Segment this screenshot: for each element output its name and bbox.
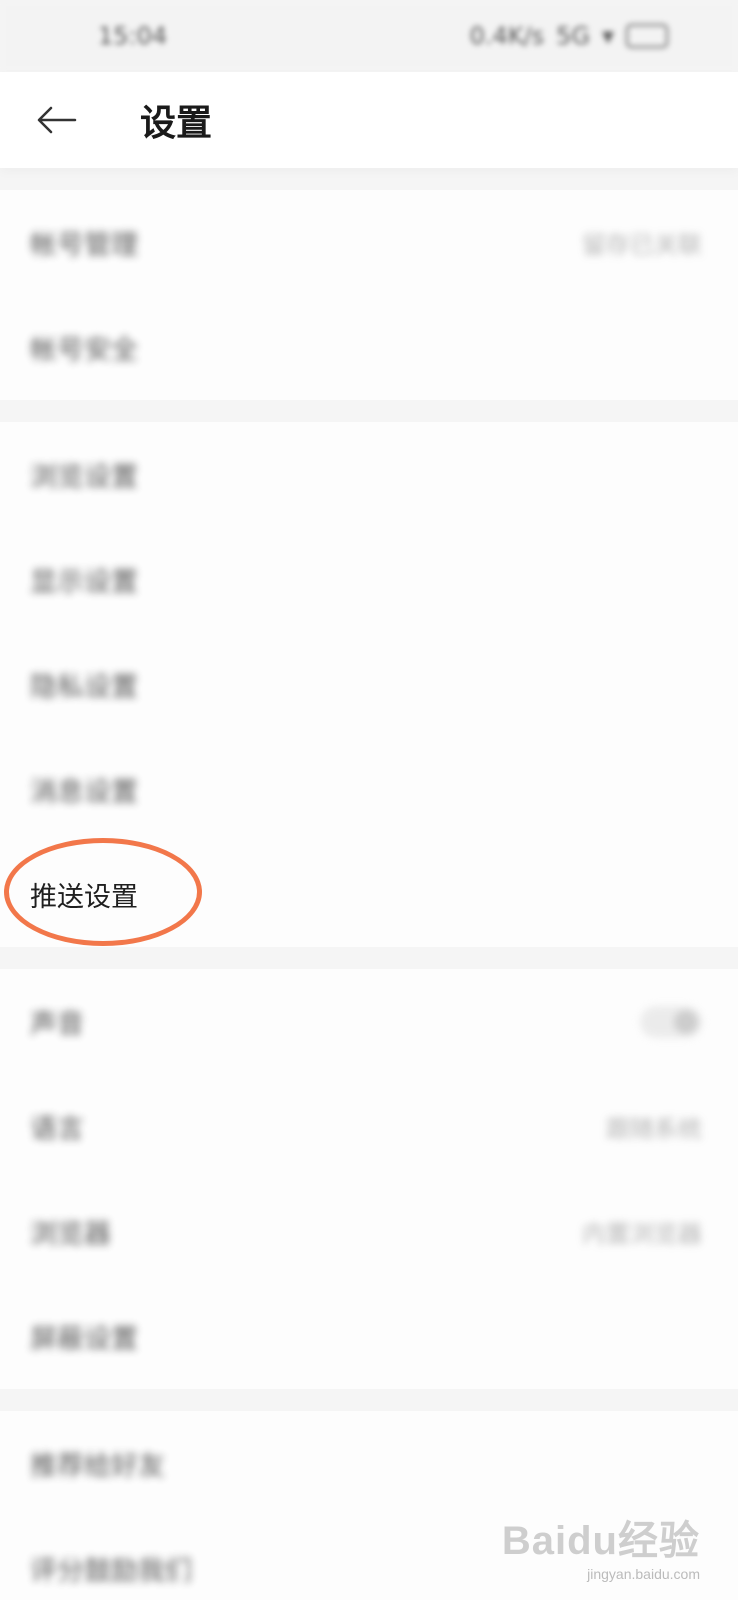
sound-toggle[interactable]	[640, 1005, 702, 1038]
settings-row-message[interactable]: 消息设置	[0, 737, 738, 842]
status-indicators: 0.4K/s 5G ▾	[470, 22, 668, 50]
row-label: 声音	[30, 1009, 84, 1040]
row-label: 语言	[30, 1114, 84, 1145]
settings-list: 帐号管理 留存已关联 帐号安全 浏览设置 显示设置 隐私设置 消息设置 推送设置	[0, 190, 738, 1600]
battery-icon	[626, 24, 668, 48]
settings-row-account-security[interactable]: 帐号安全	[0, 295, 738, 400]
row-label: 推送设置	[30, 882, 138, 913]
wifi-icon: ▾	[601, 22, 614, 50]
back-button[interactable]	[2, 72, 112, 168]
settings-screen: 15:04 0.4K/s 5G ▾ 设置 帐号管理 留存已关联 帐号安全 浏览设…	[0, 0, 738, 1600]
row-label: 屏蔽设置	[30, 1324, 138, 1355]
row-label: 评分鼓励我们	[30, 1556, 192, 1587]
row-value: 留存已关联	[582, 231, 702, 259]
settings-group-general: 浏览设置 显示设置 隐私设置 消息设置 推送设置	[0, 422, 738, 947]
row-label: 显示设置	[30, 567, 138, 598]
watermark-logo: Baidu经验	[501, 1519, 700, 1563]
row-label: 消息设置	[30, 777, 138, 808]
settings-row-display[interactable]: 显示设置	[0, 527, 738, 632]
settings-group-preferences: 声音 语言 跟随系统 浏览器 内置浏览器 屏蔽设置	[0, 969, 738, 1389]
settings-row-recommend[interactable]: 推荐给好友	[0, 1411, 738, 1516]
settings-row-sound[interactable]: 声音	[0, 969, 738, 1074]
settings-group-account: 帐号管理 留存已关联 帐号安全	[0, 190, 738, 400]
baidu-watermark: Baidu经验 jingyan.baidu.com	[502, 1508, 700, 1582]
page-title: 设置	[140, 103, 213, 144]
row-label: 隐私设置	[30, 672, 138, 703]
row-value: 内置浏览器	[582, 1220, 702, 1248]
status-bar: 15:04 0.4K/s 5G ▾	[0, 0, 738, 72]
network-speed: 0.4K/s	[469, 22, 545, 50]
settings-row-block[interactable]: 屏蔽设置	[0, 1284, 738, 1389]
status-time: 15:04	[98, 22, 168, 50]
settings-row-privacy[interactable]: 隐私设置	[0, 632, 738, 737]
row-label: 浏览设置	[30, 462, 138, 493]
row-label: 帐号管理	[30, 230, 138, 261]
signal-icon: 5G	[556, 22, 590, 50]
settings-row-browser[interactable]: 浏览器 内置浏览器	[0, 1179, 738, 1284]
settings-row-account-manage[interactable]: 帐号管理 留存已关联	[0, 190, 738, 295]
settings-row-push[interactable]: 推送设置	[0, 842, 738, 947]
row-label: 推荐给好友	[30, 1451, 165, 1482]
row-label: 帐号安全	[30, 335, 138, 366]
back-arrow-icon	[37, 106, 77, 134]
row-value: 跟随系统	[606, 1115, 702, 1143]
settings-row-browse[interactable]: 浏览设置	[0, 422, 738, 527]
app-bar: 设置	[0, 72, 738, 168]
row-label: 浏览器	[30, 1219, 111, 1250]
watermark-url: jingyan.baidu.com	[587, 1566, 700, 1582]
settings-row-language[interactable]: 语言 跟随系统	[0, 1074, 738, 1179]
